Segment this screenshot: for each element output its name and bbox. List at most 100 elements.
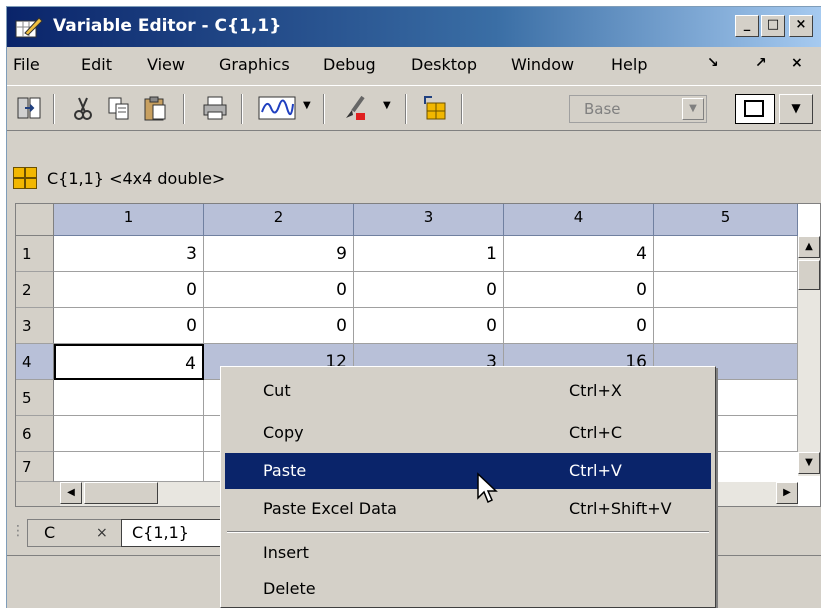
grid-cell[interactable]: 0 bbox=[54, 272, 204, 308]
menu-item-paste[interactable]: Paste Ctrl+V bbox=[225, 453, 711, 489]
scroll-down-icon[interactable]: ▼ bbox=[798, 452, 820, 474]
box-layout-button[interactable] bbox=[735, 94, 775, 124]
grid-cell[interactable]: 0 bbox=[504, 308, 654, 344]
menu-item-paste-excel-data[interactable]: Paste Excel Data Ctrl+Shift+V bbox=[225, 491, 711, 527]
grid-cell[interactable] bbox=[654, 236, 798, 272]
chevron-down-icon[interactable]: ▼ bbox=[383, 100, 391, 111]
menu-item-label: Copy bbox=[263, 423, 304, 442]
grid-cell[interactable]: 4 bbox=[504, 236, 654, 272]
print-icon[interactable] bbox=[201, 94, 229, 122]
variable-editor-icon bbox=[15, 17, 43, 38]
scroll-right-icon[interactable]: ▶ bbox=[776, 482, 798, 504]
grid-corner[interactable] bbox=[16, 204, 54, 236]
menu-bar: File Edit View Graphics Debug Desktop Wi… bbox=[7, 49, 821, 81]
minimize-button[interactable]: _ bbox=[735, 15, 759, 37]
menu-debug[interactable]: Debug bbox=[323, 55, 376, 74]
row-header[interactable]: 1 bbox=[16, 236, 54, 272]
column-header[interactable]: 5 bbox=[654, 204, 798, 236]
dock-icon[interactable]: ↗ bbox=[755, 55, 767, 71]
plot-icon[interactable] bbox=[257, 94, 297, 122]
menu-item-label: Paste bbox=[263, 461, 307, 480]
scrollbar-corner bbox=[16, 482, 60, 506]
row-header[interactable]: 6 bbox=[16, 416, 54, 452]
column-header[interactable]: 3 bbox=[354, 204, 504, 236]
column-header[interactable]: 4 bbox=[504, 204, 654, 236]
array-icon bbox=[13, 167, 37, 189]
menu-item-insert[interactable]: Insert bbox=[225, 535, 711, 571]
row-header[interactable]: 5 bbox=[16, 380, 54, 416]
grip-icon[interactable]: ⋮ bbox=[11, 523, 25, 539]
close-document-icon[interactable]: × bbox=[791, 55, 803, 71]
vertical-scrollbar[interactable]: ▲ ▼ bbox=[798, 236, 820, 476]
copy-icon[interactable] bbox=[105, 94, 133, 122]
grid-cell[interactable]: 0 bbox=[204, 272, 354, 308]
close-button[interactable]: × bbox=[789, 15, 813, 37]
cut-icon[interactable] bbox=[69, 94, 97, 122]
column-header[interactable]: 1 bbox=[54, 204, 204, 236]
grid-cell[interactable]: 0 bbox=[54, 308, 204, 344]
grid-cell[interactable] bbox=[54, 452, 204, 482]
menu-item-label: Insert bbox=[263, 543, 309, 562]
menu-window[interactable]: Window bbox=[511, 55, 574, 74]
grid-cell[interactable]: 0 bbox=[354, 308, 504, 344]
menu-graphics[interactable]: Graphics bbox=[219, 55, 290, 74]
grid-cell[interactable]: 0 bbox=[204, 308, 354, 344]
tab-label: C{1,1} bbox=[132, 523, 189, 542]
menu-separator bbox=[227, 531, 709, 533]
toolbar-separator bbox=[241, 94, 243, 124]
grid-cell[interactable] bbox=[654, 272, 798, 308]
tab-c-1-1[interactable]: C{1,1} bbox=[121, 519, 221, 547]
grid-cell[interactable]: 1 bbox=[354, 236, 504, 272]
grid-cell[interactable]: 0 bbox=[354, 272, 504, 308]
toolbar-separator bbox=[183, 94, 185, 124]
grid-cell[interactable]: 0 bbox=[504, 272, 654, 308]
window-title: Variable Editor - C{1,1} bbox=[53, 16, 282, 36]
tab-c[interactable]: C × bbox=[27, 519, 123, 547]
tab-label: C bbox=[44, 523, 56, 542]
stack-base-select[interactable]: Base ▼ bbox=[569, 95, 707, 123]
grid-cell[interactable] bbox=[54, 416, 204, 452]
menu-item-cut[interactable]: Cut Ctrl+X bbox=[225, 373, 711, 409]
brush-icon[interactable] bbox=[341, 94, 369, 122]
grid-cell[interactable] bbox=[654, 308, 798, 344]
toolbar-separator bbox=[461, 94, 463, 124]
row-header[interactable]: 3 bbox=[16, 308, 54, 344]
maximize-button[interactable]: □ bbox=[761, 15, 785, 37]
menu-desktop[interactable]: Desktop bbox=[411, 55, 477, 74]
row-header[interactable]: 7 bbox=[16, 452, 54, 482]
scroll-up-icon[interactable]: ▲ bbox=[798, 236, 820, 258]
menu-file[interactable]: File bbox=[13, 55, 40, 74]
menu-view[interactable]: View bbox=[147, 55, 185, 74]
new-variable-from-selection-icon[interactable] bbox=[421, 94, 449, 122]
menu-item-delete[interactable]: Delete bbox=[225, 571, 711, 607]
close-tab-icon[interactable]: × bbox=[96, 520, 108, 546]
menu-item-shortcut: Ctrl+X bbox=[569, 381, 622, 400]
menu-item-shortcut: Ctrl+C bbox=[569, 423, 623, 442]
active-grid-cell[interactable]: 4 bbox=[54, 344, 204, 380]
grid-cell[interactable] bbox=[54, 380, 204, 416]
grid-cell[interactable]: 3 bbox=[54, 236, 204, 272]
import-data-icon[interactable] bbox=[15, 94, 43, 122]
mouse-cursor-icon bbox=[477, 472, 498, 504]
chevron-down-icon[interactable]: ▼ bbox=[303, 100, 311, 111]
menu-edit[interactable]: Edit bbox=[81, 55, 112, 74]
horizontal-scroll-thumb[interactable] bbox=[84, 482, 158, 504]
chevron-down-icon[interactable]: ▼ bbox=[779, 94, 813, 124]
undock-icon[interactable]: ↘ bbox=[707, 55, 719, 71]
stack-base-value: Base bbox=[584, 100, 621, 118]
grid-cell[interactable]: 9 bbox=[204, 236, 354, 272]
scroll-left-icon[interactable]: ◀ bbox=[60, 482, 82, 504]
column-header[interactable]: 2 bbox=[204, 204, 354, 236]
menu-item-label: Paste Excel Data bbox=[263, 499, 397, 518]
menu-item-copy[interactable]: Copy Ctrl+C bbox=[225, 415, 711, 451]
menu-help[interactable]: Help bbox=[611, 55, 647, 74]
menu-item-label: Delete bbox=[263, 579, 316, 598]
menu-item-label: Cut bbox=[263, 381, 291, 400]
paste-icon[interactable] bbox=[141, 94, 169, 122]
vertical-scroll-thumb[interactable] bbox=[798, 260, 820, 290]
row-header[interactable]: 4 bbox=[16, 344, 54, 380]
chevron-down-icon[interactable]: ▼ bbox=[682, 98, 704, 120]
menu-item-shortcut: Ctrl+V bbox=[569, 461, 622, 480]
row-header[interactable]: 2 bbox=[16, 272, 54, 308]
title-bar[interactable]: Variable Editor - C{1,1} _ □ × bbox=[7, 7, 821, 47]
